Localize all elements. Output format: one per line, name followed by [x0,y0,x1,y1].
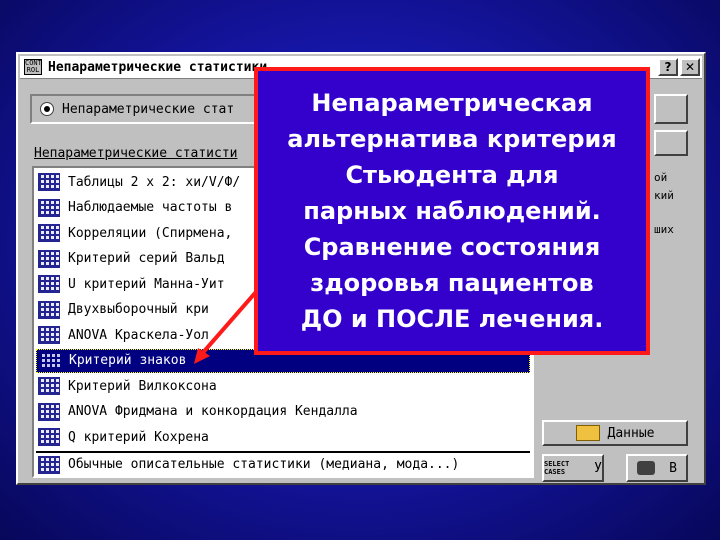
frequency-icon [38,198,60,217]
list-item[interactable]: ANOVA Фридмана и конкордация Кендалла [36,400,530,424]
ok-button[interactable] [654,94,688,124]
print-button-label: В [669,460,677,476]
list-item-label: ANOVA Краскела-Уол [68,327,209,343]
printer-icon [637,461,656,475]
section-label: Непараметрические статисти [34,146,238,161]
correlation-icon [38,224,60,242]
chart-icon [38,455,60,474]
list-item-label: Критерий знаков [69,353,187,368]
list-item[interactable]: Обычные описательные статистики (медиана… [36,450,530,477]
grid-icon [38,275,60,293]
select-cases-button[interactable]: SELECT CASES У [542,454,604,482]
close-button[interactable]: ✕ [680,58,700,76]
select-cases-button-label: У [594,460,602,476]
grid-icon [38,377,60,395]
callout-text: Непараметрическая альтернатива критерия … [287,89,617,333]
grid-icon [38,300,60,319]
binary-icon [38,428,60,446]
list-item-label: Обычные описательные статистики (медиана… [68,457,460,472]
side-partial-text-3: ших [654,223,674,236]
radio-selected-icon[interactable] [40,102,54,116]
grid-icon [39,351,61,370]
list-item[interactable]: Критерий Вилкоксона [36,374,530,398]
radio-label: Непараметрические стат [62,101,235,117]
select-cases-icon: SELECT CASES [544,460,570,476]
folder-icon [575,425,600,441]
list-item-label: Q критерий Кохрена [68,429,209,445]
list-item[interactable]: Q критерий Кохрена [36,425,530,449]
grid-icon [38,249,60,268]
list-item-label: Критерий Вилкоксона [68,378,217,394]
data-button-label: Данные [607,425,655,441]
window-title: Непараметрические статистики [48,59,268,75]
help-button[interactable]: ? [658,58,678,76]
nonparametric-radio-option[interactable]: Непараметрические стат [30,94,280,124]
cancel-button[interactable] [654,130,688,156]
grid-icon [38,402,60,421]
side-partial-text-2: кий [654,189,674,202]
print-button[interactable]: В [626,454,688,482]
system-menu-icon[interactable]: CONT ROL [24,59,42,75]
list-item-label: Корреляции (Спирмена, [68,225,233,241]
list-item-label: Критерий серий Вальд [68,251,225,266]
list-item-label: Двухвыборочный кри [68,302,209,317]
list-item-label: Наблюдаемые частоты в [68,200,233,215]
list-item-label: ANOVA Фридмана и конкордация Кендалла [68,404,358,419]
data-button[interactable]: Данные [542,420,688,446]
side-partial-text-1: ой [654,171,668,184]
callout-pointer-arrow [194,290,258,364]
grid-icon [38,326,60,344]
table-icon [38,173,60,191]
list-item-label: Таблицы 2 х 2: хи/V/Ф/ [68,174,241,190]
